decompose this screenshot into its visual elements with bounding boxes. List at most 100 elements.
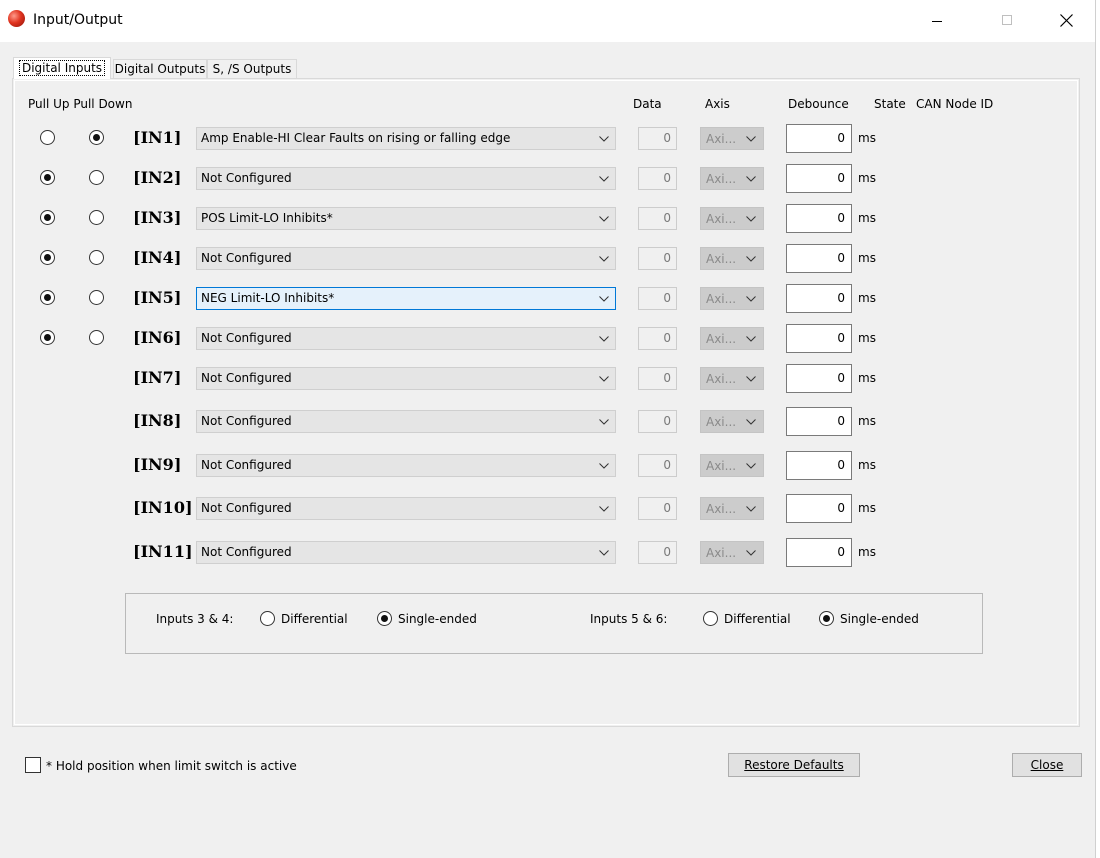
pull-up-radio[interactable] — [40, 250, 55, 265]
data-field: 0 — [638, 207, 677, 230]
data-field: 0 — [638, 327, 677, 350]
chevron-down-icon — [746, 463, 756, 469]
input-function-select[interactable]: Not Configured — [196, 247, 616, 270]
pull-up-radio[interactable] — [40, 330, 55, 345]
chevron-down-icon — [746, 256, 756, 262]
debounce-input[interactable]: 0 — [786, 407, 852, 436]
axis-value: Axi... — [706, 132, 737, 146]
inputs-5-6-single-ended-radio[interactable] — [819, 611, 834, 626]
input-function-select[interactable]: Not Configured — [196, 167, 616, 190]
input-label: [IN4] — [133, 248, 182, 267]
minimize-button[interactable] — [914, 0, 960, 42]
axis-select: Axi... — [700, 454, 764, 477]
inputs-5-6-label: Inputs 5 & 6: — [590, 612, 668, 626]
input-function-value: Not Configured — [201, 545, 292, 559]
input-label: [IN11] — [133, 542, 193, 561]
data-field: 0 — [638, 127, 677, 150]
pull-up-radio[interactable] — [40, 210, 55, 225]
pull-up-radio[interactable] — [40, 170, 55, 185]
data-field: 0 — [638, 497, 677, 520]
axis-select: Axi... — [700, 127, 764, 150]
tab-digital-inputs[interactable]: Digital Inputs — [13, 57, 111, 79]
pull-down-radio[interactable] — [89, 210, 104, 225]
axis-select: Axi... — [700, 367, 764, 390]
input-label: [IN2] — [133, 168, 182, 187]
input-function-select[interactable]: Not Configured — [196, 454, 616, 477]
tab-label: Digital Inputs — [18, 60, 106, 76]
input-label: [IN3] — [133, 208, 182, 227]
pull-up-radio[interactable] — [40, 290, 55, 305]
input-function-select[interactable]: Not Configured — [196, 497, 616, 520]
input-function-value: Not Configured — [201, 414, 292, 428]
debounce-input[interactable]: 0 — [786, 164, 852, 193]
input-label: [IN8] — [133, 411, 182, 430]
chevron-down-icon — [599, 376, 609, 382]
axis-select: Axi... — [700, 541, 764, 564]
debounce-input[interactable]: 0 — [786, 244, 852, 273]
data-field: 0 — [638, 247, 677, 270]
close-button[interactable]: Close — [1012, 753, 1082, 777]
chevron-down-icon — [746, 376, 756, 382]
window-close-button[interactable] — [1043, 0, 1089, 42]
axis-header: Axis — [705, 97, 730, 111]
debounce-unit: ms — [858, 458, 876, 472]
debounce-input[interactable]: 0 — [786, 204, 852, 233]
chevron-down-icon — [599, 336, 609, 342]
debounce-input[interactable]: 0 — [786, 284, 852, 313]
debounce-input[interactable]: 0 — [786, 324, 852, 353]
input-function-select[interactable]: NEG Limit-LO Inhibits* — [196, 287, 616, 310]
inputs-5-6-differential-radio[interactable] — [703, 611, 718, 626]
chevron-down-icon — [746, 136, 756, 142]
axis-select: Axi... — [700, 167, 764, 190]
debounce-input[interactable]: 0 — [786, 494, 852, 523]
pull-down-radio[interactable] — [89, 130, 104, 145]
debounce-input[interactable]: 0 — [786, 451, 852, 480]
pull-down-radio[interactable] — [89, 290, 104, 305]
debounce-unit: ms — [858, 371, 876, 385]
pull-down-radio[interactable] — [89, 170, 104, 185]
inputs-3-4-single-ended-radio[interactable] — [377, 611, 392, 626]
pull-up-radio[interactable] — [40, 130, 55, 145]
axis-value: Axi... — [706, 252, 737, 266]
input-label: [IN10] — [133, 498, 193, 517]
debounce-input[interactable]: 0 — [786, 124, 852, 153]
input-label: [IN9] — [133, 455, 182, 474]
close-label: Close — [1030, 758, 1064, 772]
inputs-5-6-differential-label: Differential — [724, 612, 791, 626]
chevron-down-icon — [746, 336, 756, 342]
axis-select: Axi... — [700, 207, 764, 230]
input-function-value: Not Configured — [201, 501, 292, 515]
debounce-input[interactable]: 0 — [786, 364, 852, 393]
restore-defaults-button[interactable]: Restore Defaults — [728, 753, 860, 777]
pull-down-radio[interactable] — [89, 250, 104, 265]
window-edge — [1095, 0, 1100, 858]
axis-value: Axi... — [706, 212, 737, 226]
chevron-down-icon — [599, 419, 609, 425]
input-function-value: Not Configured — [201, 458, 292, 472]
input-function-value: Not Configured — [201, 371, 292, 385]
axis-value: Axi... — [706, 415, 737, 429]
hold-position-checkbox[interactable] — [25, 757, 41, 773]
input-function-select[interactable]: Amp Enable-HI Clear Faults on rising or … — [196, 127, 616, 150]
tab-s-outputs[interactable]: S, /S Outputs — [207, 59, 297, 79]
input-function-select[interactable]: Not Configured — [196, 410, 616, 433]
tab-digital-outputs[interactable]: Digital Outputs — [113, 59, 207, 79]
debounce-input[interactable]: 0 — [786, 538, 852, 567]
input-function-value: Not Configured — [201, 171, 292, 185]
debounce-unit: ms — [858, 211, 876, 225]
maximize-button[interactable] — [984, 0, 1030, 42]
pull-down-radio[interactable] — [89, 330, 104, 345]
axis-value: Axi... — [706, 372, 737, 386]
input-function-select[interactable]: POS Limit-LO Inhibits* — [196, 207, 616, 230]
axis-value: Axi... — [706, 546, 737, 560]
data-field: 0 — [638, 410, 677, 433]
chevron-down-icon — [746, 506, 756, 512]
axis-value: Axi... — [706, 172, 737, 186]
input-function-select[interactable]: Not Configured — [196, 541, 616, 564]
debounce-unit: ms — [858, 131, 876, 145]
inputs-3-4-differential-radio[interactable] — [260, 611, 275, 626]
axis-value: Axi... — [706, 502, 737, 516]
input-function-select[interactable]: Not Configured — [196, 367, 616, 390]
input-function-select[interactable]: Not Configured — [196, 327, 616, 350]
axis-value: Axi... — [706, 332, 737, 346]
